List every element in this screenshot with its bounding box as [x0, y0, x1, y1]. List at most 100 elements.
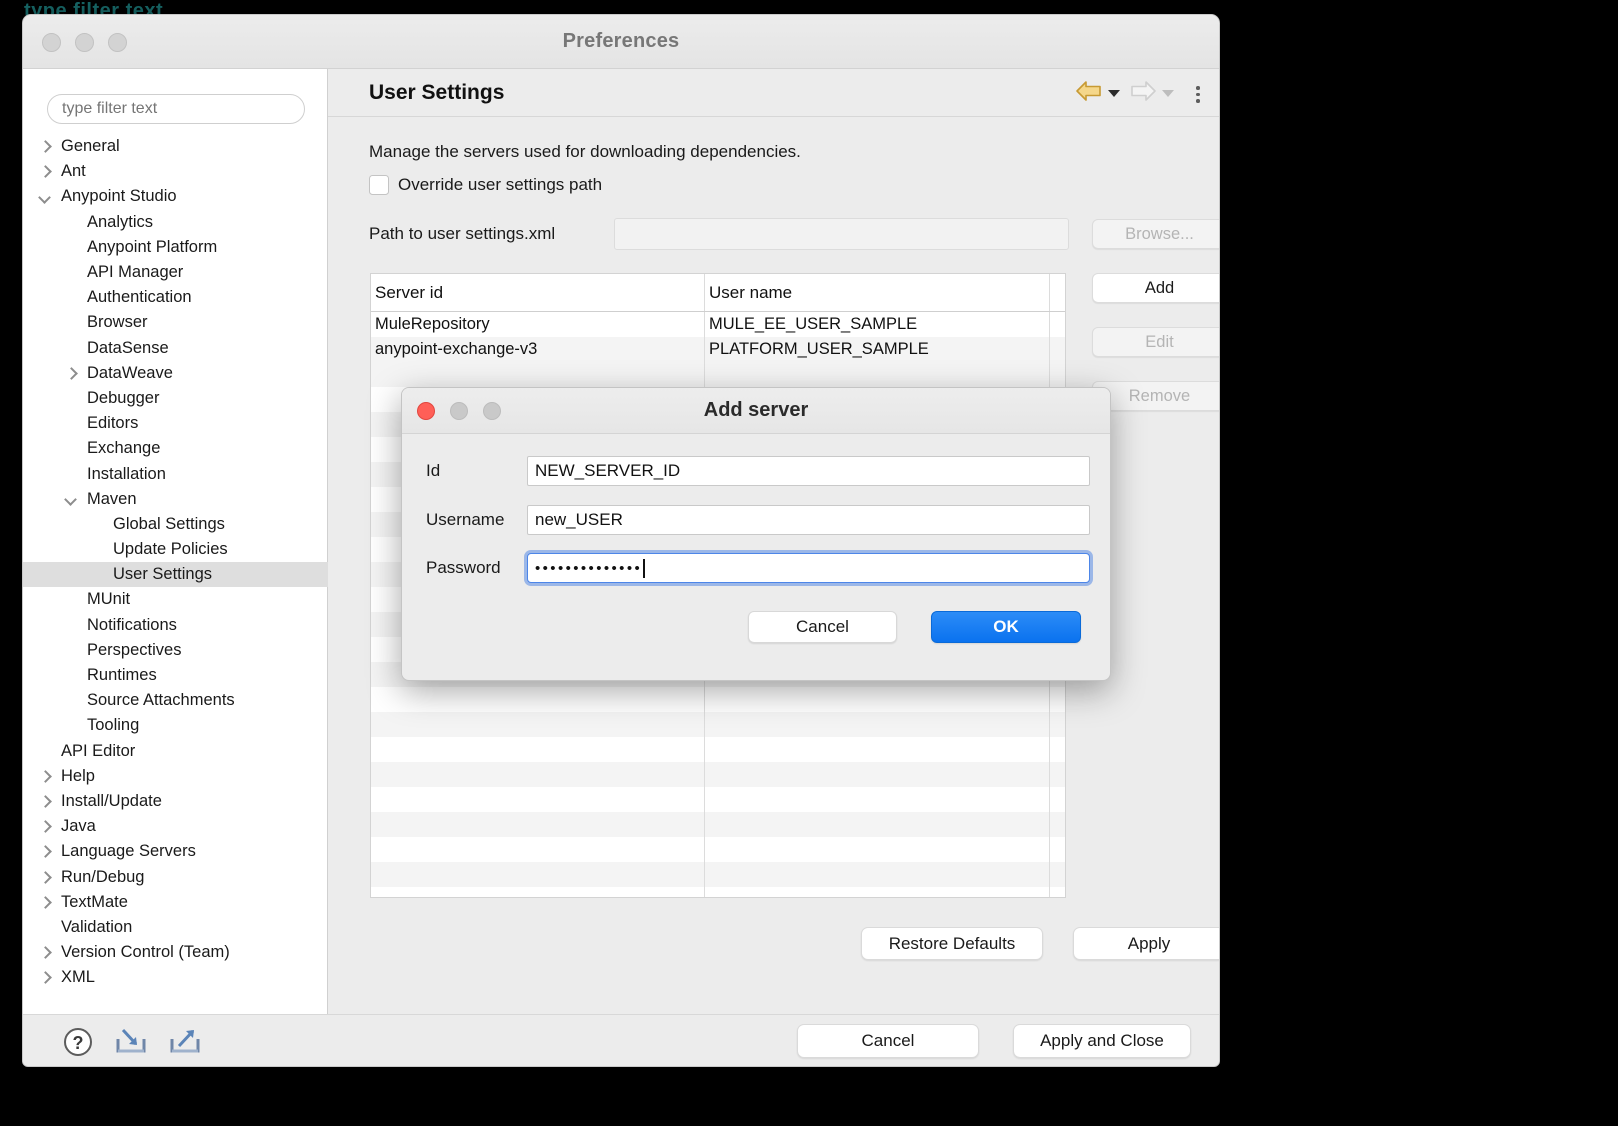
sidebar-item-ant[interactable]: Ant: [23, 159, 328, 184]
filter-input[interactable]: [47, 94, 305, 124]
chevron-right-icon[interactable]: [63, 365, 79, 381]
sidebar-item-general[interactable]: General: [23, 134, 328, 159]
chevron-down-icon[interactable]: [37, 189, 53, 205]
table-empty-row: [371, 862, 1065, 887]
restore-defaults-button[interactable]: Restore Defaults: [861, 927, 1043, 960]
table-cell-empty: [371, 737, 705, 762]
username-label: Username: [402, 510, 527, 530]
sidebar-item-tooling[interactable]: Tooling: [23, 713, 328, 738]
id-input[interactable]: NEW_SERVER_ID: [527, 456, 1090, 486]
chevron-right-icon[interactable]: [37, 894, 53, 910]
cancel-button[interactable]: Cancel: [797, 1024, 979, 1058]
table-column-header[interactable]: [1050, 274, 1065, 311]
table-empty-row: [371, 837, 1065, 862]
sidebar-item-label: DataSense: [87, 339, 169, 358]
chevron-right-icon[interactable]: [37, 164, 53, 180]
sidebar-item-update-policies[interactable]: Update Policies: [23, 537, 328, 562]
dialog-cancel-button[interactable]: Cancel: [748, 611, 897, 643]
sidebar-item-api-manager[interactable]: API Manager: [23, 260, 328, 285]
sidebar-item-global-settings[interactable]: Global Settings: [23, 512, 328, 537]
chevron-right-icon[interactable]: [37, 869, 53, 885]
chevron-right-icon[interactable]: [37, 945, 53, 961]
table-header-row: Server idUser name: [371, 274, 1065, 312]
sidebar-item-maven[interactable]: Maven: [23, 487, 328, 512]
window-titlebar: Preferences: [23, 15, 1219, 69]
table-empty-row: [371, 787, 1065, 812]
description-text: Manage the servers used for downloading …: [369, 142, 801, 162]
sidebar-item-browser[interactable]: Browser: [23, 310, 328, 335]
tree-spacer: [63, 592, 79, 608]
sidebar-item-editors[interactable]: Editors: [23, 411, 328, 436]
username-input[interactable]: new_USER: [527, 505, 1090, 535]
help-icon[interactable]: ?: [61, 1025, 95, 1064]
path-input[interactable]: [614, 218, 1069, 250]
remove-button[interactable]: Remove: [1092, 381, 1220, 411]
browse-button[interactable]: Browse...: [1092, 219, 1220, 249]
chevron-right-icon[interactable]: [37, 139, 53, 155]
sidebar-item-dataweave[interactable]: DataWeave: [23, 361, 328, 386]
preferences-tree[interactable]: GeneralAntAnypoint StudioAnalyticsAnypoi…: [23, 134, 328, 1014]
chevron-right-icon[interactable]: [37, 793, 53, 809]
path-label: Path to user settings.xml: [369, 224, 614, 244]
forward-nav-group: [1129, 79, 1183, 108]
sidebar-item-textmate[interactable]: TextMate: [23, 890, 328, 915]
sidebar-item-user-settings[interactable]: User Settings: [23, 562, 328, 587]
back-dropdown-caret-icon[interactable]: [1108, 90, 1120, 97]
apply-and-close-button[interactable]: Apply and Close: [1013, 1024, 1191, 1058]
sidebar-item-label: Install/Update: [61, 792, 162, 811]
table-row[interactable]: MuleRepositoryMULE_EE_USER_SAMPLE: [371, 312, 1065, 337]
tree-spacer: [63, 340, 79, 356]
tree-spacer: [63, 265, 79, 281]
sidebar-item-language-servers[interactable]: Language Servers: [23, 839, 328, 864]
password-label: Password: [402, 558, 527, 578]
vertical-dots-icon[interactable]: [1189, 80, 1207, 108]
table-cell-empty: [371, 887, 705, 898]
table-column-header[interactable]: User name: [705, 274, 1050, 311]
sidebar-item-analytics[interactable]: Analytics: [23, 210, 328, 235]
sidebar-item-label: Runtimes: [87, 666, 157, 685]
table-column-header[interactable]: Server id: [371, 274, 705, 311]
sidebar-item-api-editor[interactable]: API Editor: [23, 739, 328, 764]
import-icon[interactable]: [113, 1025, 149, 1064]
sidebar-item-exchange[interactable]: Exchange: [23, 436, 328, 461]
chevron-right-icon[interactable]: [37, 970, 53, 986]
sidebar-item-perspectives[interactable]: Perspectives: [23, 638, 328, 663]
sidebar-item-help[interactable]: Help: [23, 764, 328, 789]
sidebar-item-notifications[interactable]: Notifications: [23, 613, 328, 638]
sidebar-item-datasense[interactable]: DataSense: [23, 336, 328, 361]
edit-button[interactable]: Edit: [1092, 327, 1220, 357]
chevron-right-icon[interactable]: [37, 844, 53, 860]
back-nav-group[interactable]: [1075, 79, 1129, 108]
table-cell-empty: [705, 837, 1050, 862]
back-arrow-icon[interactable]: [1075, 79, 1103, 108]
sidebar-item-install-update[interactable]: Install/Update: [23, 789, 328, 814]
sidebar-item-munit[interactable]: MUnit: [23, 587, 328, 612]
sidebar-item-java[interactable]: Java: [23, 814, 328, 839]
sidebar-item-version-control-team[interactable]: Version Control (Team): [23, 940, 328, 965]
table-row[interactable]: anypoint-exchange-v3PLATFORM_USER_SAMPLE: [371, 337, 1065, 362]
sidebar-item-source-attachments[interactable]: Source Attachments: [23, 688, 328, 713]
sidebar-item-debugger[interactable]: Debugger: [23, 386, 328, 411]
sidebar-item-installation[interactable]: Installation: [23, 461, 328, 486]
override-settings-row[interactable]: Override user settings path: [369, 175, 602, 195]
table-cell: [1050, 312, 1065, 337]
apply-button[interactable]: Apply: [1073, 927, 1220, 960]
sidebar-item-anypoint-studio[interactable]: Anypoint Studio: [23, 184, 328, 209]
dialog-ok-button[interactable]: OK: [931, 611, 1081, 643]
sidebar-item-validation[interactable]: Validation: [23, 915, 328, 940]
sidebar-item-run-debug[interactable]: Run/Debug: [23, 864, 328, 889]
sidebar-item-anypoint-platform[interactable]: Anypoint Platform: [23, 235, 328, 260]
chevron-down-icon[interactable]: [63, 491, 79, 507]
export-icon[interactable]: [167, 1025, 203, 1064]
chevron-right-icon[interactable]: [37, 819, 53, 835]
chevron-right-icon[interactable]: [37, 768, 53, 784]
sidebar-item-authentication[interactable]: Authentication: [23, 285, 328, 310]
table-empty-row: [371, 812, 1065, 837]
password-input[interactable]: ••••••••••••••: [527, 553, 1090, 583]
sidebar-item-runtimes[interactable]: Runtimes: [23, 663, 328, 688]
override-checkbox[interactable]: [369, 175, 389, 195]
add-button[interactable]: Add: [1092, 273, 1220, 303]
sidebar-item-xml[interactable]: XML: [23, 965, 328, 990]
table-cell-empty: [1050, 862, 1065, 887]
override-checkbox-label: Override user settings path: [398, 175, 602, 195]
